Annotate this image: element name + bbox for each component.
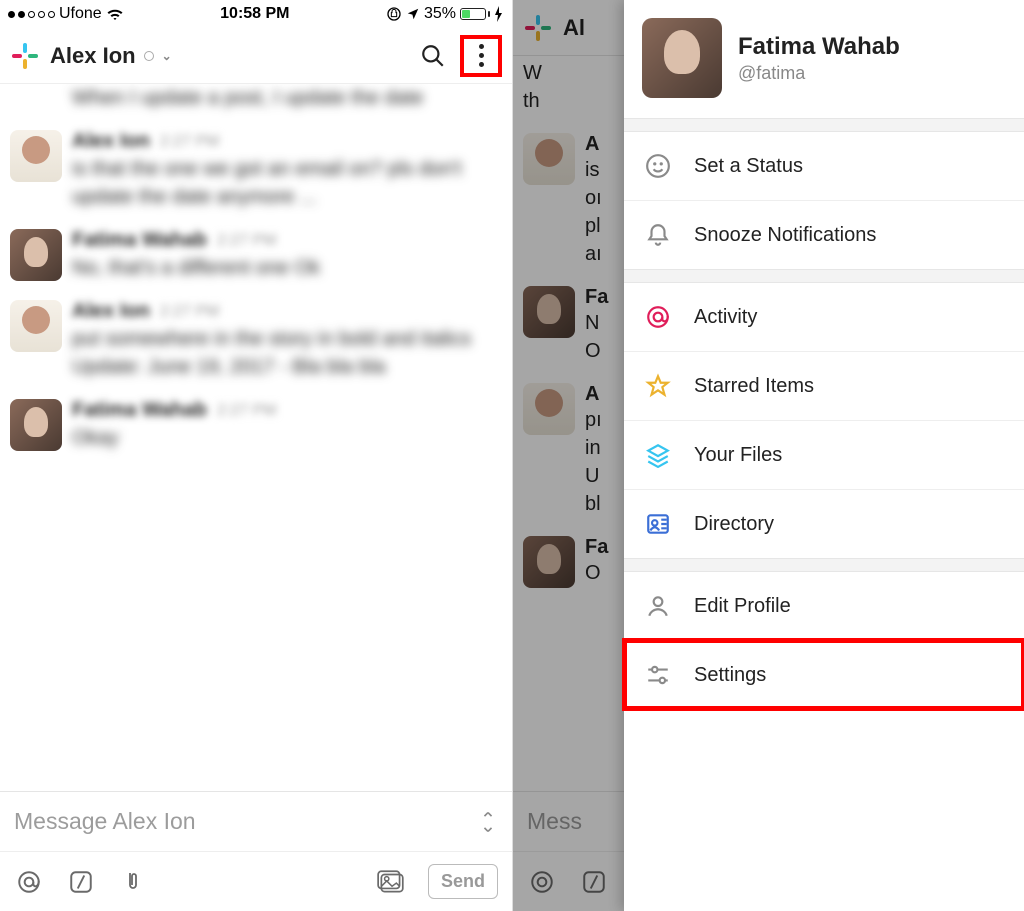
message-sender: Alex Ion (72, 130, 150, 153)
slash-command-button[interactable] (66, 867, 96, 897)
location-icon (406, 7, 420, 21)
signal-dots-icon (8, 11, 55, 18)
message-sender: Alex Ion (72, 300, 150, 323)
menu-label: Set a Status (694, 155, 803, 178)
more-button-highlight (460, 35, 502, 77)
message-text: No, that's a different one Ok (72, 254, 502, 282)
composer-toolbar: Send (0, 851, 512, 911)
menu-label: Settings (694, 664, 766, 687)
message-list[interactable]: When I update a post, I update the date … (0, 84, 512, 791)
photo-button[interactable] (376, 867, 406, 897)
menu-label: Edit Profile (694, 595, 791, 618)
section-divider (624, 558, 1024, 572)
channel-title[interactable]: Alex Ion ⌄ (50, 43, 410, 69)
menu-label: Directory (694, 513, 774, 536)
menu-label: Activity (694, 306, 757, 329)
chevron-down-icon: ⌄ (162, 49, 172, 63)
menu-set-status[interactable]: Set a Status (624, 132, 1024, 200)
user-drawer: Fatima Wahab @fatima Set a Status Snooze… (624, 0, 1024, 911)
wifi-icon (106, 7, 124, 21)
message-sender: Fatima Wahab (72, 399, 207, 422)
battery-pct: 35% (424, 5, 456, 23)
drawer-menu: Set a Status Snooze Notifications (624, 132, 1024, 269)
message-partial: When I update a post, I update the date (10, 84, 502, 112)
message-item: Fatima Wahab 2:27 PM Okay (10, 399, 502, 452)
menu-edit-profile[interactable]: Edit Profile (624, 572, 1024, 640)
drawer-menu: Edit Profile Settings (624, 572, 1024, 709)
right-pane: Al W th A is oı pl aı Fa N O (512, 0, 1024, 911)
orientation-lock-icon (386, 6, 402, 22)
status-bar: Ufone 10:58 PM 35% (0, 0, 512, 28)
drawer-user-name: Fatima Wahab (738, 33, 900, 61)
avatar[interactable] (10, 229, 62, 281)
menu-snooze[interactable]: Snooze Notifications (624, 200, 1024, 269)
left-pane: Ufone 10:58 PM 35% Alex Ion ⌄ (0, 0, 512, 911)
message-item: Alex Ion 2:27 PM is that the one we got a… (10, 130, 502, 211)
composer-placeholder: Message Alex Ion (14, 808, 468, 835)
clock-label: 10:58 PM (220, 5, 289, 23)
expand-icon[interactable] (474, 807, 502, 835)
message-text: put somewhere in the story in bold and i… (72, 325, 502, 381)
directory-icon (644, 510, 672, 538)
presence-indicator-icon (144, 51, 154, 61)
drawer-menu: Activity Starred Items Your Files Direct… (624, 283, 1024, 558)
carrier-label: Ufone (59, 5, 102, 23)
charging-icon (494, 6, 504, 22)
message-item: Alex Ion 2:27 PM put somewhere in the sto… (10, 300, 502, 381)
menu-directory[interactable]: Directory (624, 489, 1024, 558)
menu-label: Starred Items (694, 375, 814, 398)
message-text: Okay (72, 424, 502, 452)
channel-title-text: Alex Ion (50, 43, 136, 69)
at-icon (644, 303, 672, 331)
menu-settings[interactable]: Settings (624, 640, 1024, 709)
layers-icon (644, 441, 672, 469)
menu-label: Your Files (694, 444, 782, 467)
star-icon (644, 372, 672, 400)
channel-header: Alex Ion ⌄ (0, 28, 512, 84)
sliders-icon (644, 661, 672, 689)
menu-files[interactable]: Your Files (624, 420, 1024, 489)
message-composer[interactable]: Message Alex Ion (0, 791, 512, 851)
menu-label: Snooze Notifications (694, 224, 876, 247)
menu-activity[interactable]: Activity (624, 283, 1024, 351)
attach-file-button[interactable] (118, 867, 148, 897)
mention-button[interactable] (14, 867, 44, 897)
message-time: 2:27 PM (160, 133, 220, 151)
more-menu-button[interactable] (466, 41, 496, 71)
message-time: 2:27 PM (160, 303, 220, 321)
menu-starred[interactable]: Starred Items (624, 351, 1024, 420)
message-text: is that the one we got an email on? pls … (72, 155, 502, 211)
drawer-header[interactable]: Fatima Wahab @fatima (624, 0, 1024, 118)
bell-icon (644, 221, 672, 249)
person-icon (644, 592, 672, 620)
section-divider (624, 269, 1024, 283)
slack-logo-icon (10, 41, 40, 71)
section-divider (624, 118, 1024, 132)
avatar (642, 18, 722, 98)
send-button[interactable]: Send (428, 864, 498, 899)
message-time: 2:27 PM (217, 402, 277, 420)
search-icon[interactable] (420, 43, 446, 69)
message-time: 2:27 PM (217, 232, 277, 250)
message-sender: Fatima Wahab (72, 229, 207, 252)
avatar[interactable] (10, 300, 62, 352)
avatar[interactable] (10, 399, 62, 451)
avatar[interactable] (10, 130, 62, 182)
battery-icon (460, 8, 490, 20)
message-item: Fatima Wahab 2:27 PM No, that's a differe… (10, 229, 502, 282)
drawer-user-handle: @fatima (738, 63, 900, 84)
smile-icon (644, 152, 672, 180)
